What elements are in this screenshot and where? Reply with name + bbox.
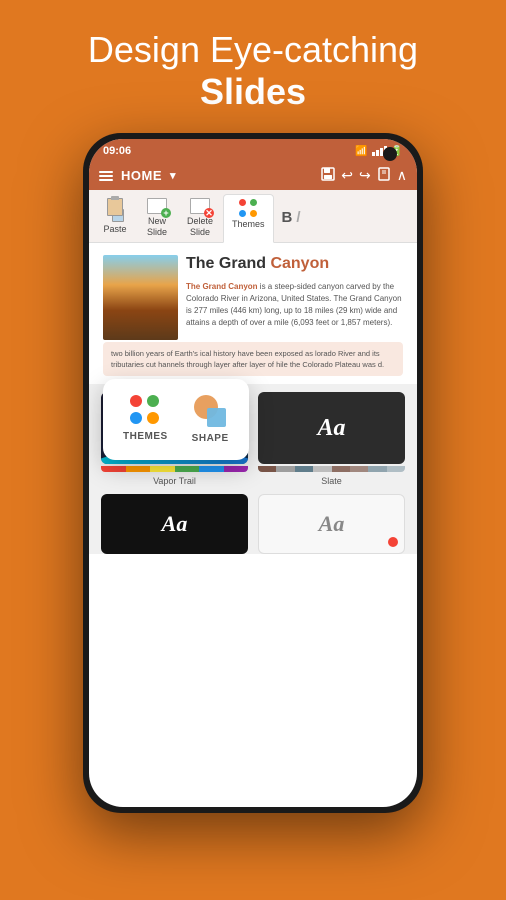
popup-themes-label: THEMES — [123, 431, 168, 442]
ribbon-item-delete-slide[interactable]: ✕ DeleteSlide — [179, 194, 221, 242]
toolbar-home-label: HOME — [121, 168, 162, 183]
popup-shape-label: SHAPE — [192, 433, 229, 444]
ribbon-bold-area[interactable]: B / — [276, 194, 307, 242]
app-toolbar: HOME ▾ ↩ ↪ — [89, 161, 417, 190]
popup-shape-item[interactable]: SHAPE — [192, 395, 229, 444]
ribbon-item-themes[interactable]: Themes — [223, 194, 274, 243]
shape-icon — [194, 395, 226, 427]
themes-dots-icon — [130, 395, 160, 425]
ribbon-paste-label: Paste — [103, 224, 126, 234]
slide-title: The Grand Canyon — [186, 255, 403, 273]
ribbon-item-paste[interactable]: Paste — [95, 194, 135, 242]
ribbon-item-new-slide[interactable]: + NewSlide — [137, 194, 177, 242]
ribbon-themes-label: Themes — [232, 219, 265, 229]
slate-label: Slate — [258, 476, 405, 486]
themes-popup: THEMES SHAPE — [103, 379, 249, 460]
toolbar-dropdown-icon[interactable]: ▾ — [170, 169, 176, 182]
canyon-thumbnail — [103, 255, 178, 340]
wifi-icon: 📶 — [355, 146, 367, 157]
header-line1: Design Eye-catching — [88, 28, 418, 71]
redo-icon[interactable]: ↪ — [359, 167, 371, 184]
phone-mockup: 09:06 📶 🔋 HOME ▾ — [83, 133, 423, 813]
camera-notch — [383, 147, 397, 161]
slide-body-highlight: The Grand Canyon — [186, 282, 258, 291]
theme-light[interactable]: Aa — [258, 494, 405, 554]
status-time: 09:06 — [103, 145, 131, 157]
header-section: Design Eye-catching Slides — [58, 0, 448, 133]
ribbon: Paste + NewSlide ✕ DeleteSlide — [89, 190, 417, 243]
book-icon[interactable] — [377, 167, 391, 184]
header-line2: Slides — [88, 71, 418, 113]
save-icon[interactable] — [321, 167, 335, 184]
ribbon-deleteslide-label: DeleteSlide — [187, 216, 213, 238]
slide-area: The Grand Canyon The Grand Canyon is a s… — [89, 243, 417, 385]
undo-icon[interactable]: ↩ — [341, 167, 353, 184]
ribbon-newslide-label: NewSlide — [147, 216, 167, 238]
slide-body: The Grand Canyon is a steep-sided canyon… — [186, 281, 403, 329]
slide-title-highlight: Canyon — [270, 255, 329, 272]
expand-icon[interactable]: ∧ — [397, 167, 407, 184]
status-bar: 09:06 📶 🔋 — [89, 139, 417, 161]
vapor-trail-label: Vapor Trail — [101, 476, 248, 486]
popup-themes-item[interactable]: THEMES — [123, 395, 168, 444]
pink-info-box: two billion years of Earth's ical histor… — [103, 342, 403, 377]
theme-slate[interactable]: Aa Slate — [258, 392, 405, 486]
hamburger-menu[interactable] — [99, 171, 113, 181]
theme-dark[interactable]: Aa — [101, 494, 248, 554]
